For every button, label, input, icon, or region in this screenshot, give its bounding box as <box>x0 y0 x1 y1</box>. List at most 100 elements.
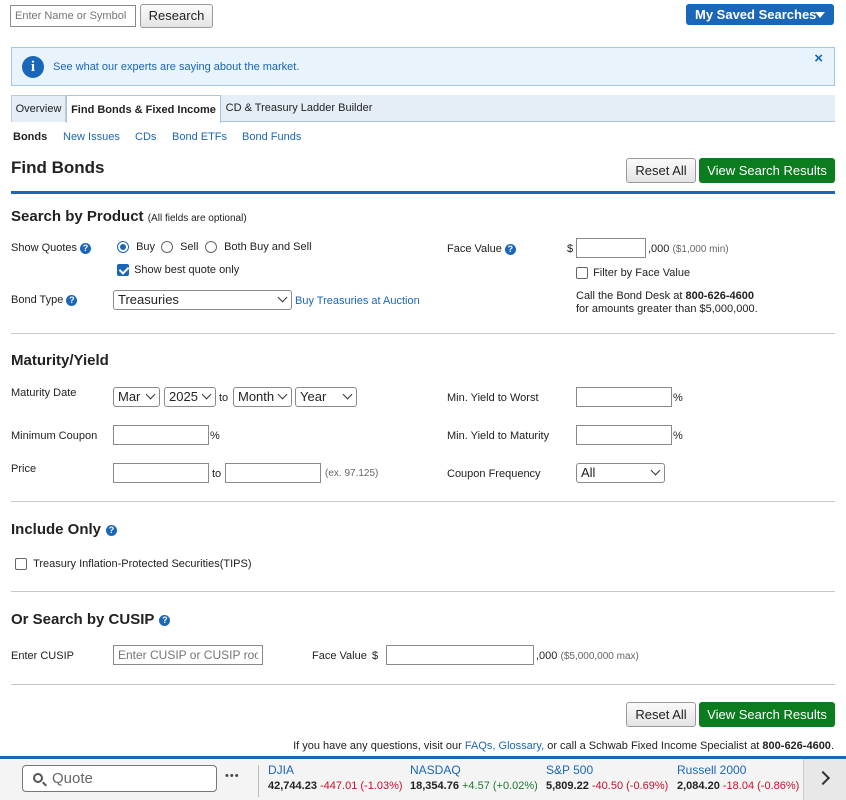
min-yield-worst-label: Min. Yield to Worst <box>447 392 539 404</box>
price-to-input[interactable] <box>225 463 321 483</box>
face-value-input[interactable] <box>576 238 646 258</box>
help-icon[interactable]: ? <box>66 294 78 306</box>
price-from-input[interactable] <box>113 463 209 483</box>
note-phone: 800-626-4600 <box>762 740 831 752</box>
ticker-next-button[interactable] <box>803 759 846 800</box>
show-quotes-text: Show Quotes <box>11 242 78 254</box>
help-icon[interactable]: ? <box>159 614 171 626</box>
my-saved-searches-button[interactable]: My Saved Searches <box>686 4 834 25</box>
view-search-results-button-bottom[interactable]: View Search Results <box>699 702 835 727</box>
best-quote-checkbox[interactable]: Show best quote only <box>117 264 239 277</box>
maturity-to: to <box>219 392 229 404</box>
best-quote-check[interactable] <box>117 264 129 277</box>
divider <box>11 333 835 334</box>
show-quotes-label: Show Quotes? <box>11 242 92 254</box>
maturity-month-to-select[interactable]: Month <box>233 387 292 407</box>
filter-face-label: Filter by Face Value <box>593 267 691 279</box>
quote-search-box[interactable]: Quote <box>22 765 217 792</box>
tab-find-bonds[interactable]: Find Bonds & Fixed Income <box>66 95 221 123</box>
tab-overview-label: Overview <box>15 103 62 115</box>
bond-type-select[interactable]: Treasuries <box>113 290 292 310</box>
tips-checkbox[interactable]: Treasury Inflation-Protected Securities(… <box>15 558 252 571</box>
radio-both-circle[interactable] <box>205 241 217 254</box>
cusip-face-value-input[interactable] <box>386 645 534 665</box>
ticker-value: 18,354.76 <box>410 780 459 792</box>
chevron-down-icon <box>277 389 288 400</box>
min-yield-maturity-input[interactable] <box>576 425 672 445</box>
subnav-new-issues[interactable]: New Issues <box>63 131 120 143</box>
subnav-bonds[interactable]: Bonds <box>13 131 47 143</box>
tab-ladder-builder[interactable]: CD & Treasury Ladder Builder <box>222 95 376 122</box>
close-icon[interactable]: × <box>814 50 823 67</box>
face-dollar: $ <box>567 243 574 255</box>
subnav-bond-etfs[interactable]: Bond ETFs <box>172 131 227 143</box>
buy-treasuries-auction-link[interactable]: Buy Treasuries at Auction <box>295 295 420 307</box>
help-icon[interactable]: ? <box>504 243 516 255</box>
cusip-title: Or Search by CUSIP? <box>11 611 171 628</box>
face-hint: ($1,000 min) <box>672 244 729 255</box>
min-coupon-percent: % <box>210 430 220 442</box>
ytw-percent: % <box>673 392 683 404</box>
subnav-bond-funds[interactable]: Bond Funds <box>242 131 301 143</box>
help-icon[interactable]: ? <box>80 242 92 254</box>
title-divider <box>11 191 835 194</box>
include-only-text: Include Only <box>11 521 102 538</box>
glossary-link[interactable]: Glossary, <box>499 740 545 752</box>
ticker-name: Russell 2000 <box>677 763 747 777</box>
note-suffix: . <box>830 740 834 752</box>
ytm-percent: % <box>673 430 683 442</box>
saved-searches-label: My Saved Searches <box>695 7 817 22</box>
maturity-yield-title: Maturity/Yield <box>11 352 109 369</box>
banner-link[interactable]: See what our experts are saying about th… <box>53 61 299 73</box>
face-suffix-text: ,000 <box>648 243 670 255</box>
view-results-label: View Search Results <box>707 163 827 178</box>
chevron-down-icon <box>145 389 156 400</box>
min-yield-worst-input[interactable] <box>576 387 672 407</box>
reset-all-button-bottom[interactable]: Reset All <box>626 702 696 727</box>
radio-buy-circle[interactable] <box>117 241 129 254</box>
chevron-down-icon <box>201 389 212 400</box>
radio-sell-circle[interactable] <box>161 241 173 254</box>
note-prefix: If you have any questions, visit our <box>293 740 465 752</box>
view-search-results-button-top[interactable]: View Search Results <box>699 158 835 183</box>
symbol-search-input[interactable] <box>10 5 136 27</box>
ticker-change: -447.01 (-1.03%) <box>320 780 403 792</box>
cusip-title-text: Or Search by CUSIP <box>11 611 155 628</box>
note-middle: or call a Schwab Fixed Income Specialist… <box>544 740 763 752</box>
caret-down-icon <box>815 12 825 18</box>
cusip-input[interactable] <box>113 645 263 665</box>
more-options-icon[interactable]: ••• <box>225 770 240 782</box>
help-contact-note: If you have any questions, visit our FAQ… <box>293 740 834 752</box>
cusip-suffix: ,000 ($5,000,000 max) <box>536 650 639 662</box>
filter-face-check[interactable] <box>576 267 588 280</box>
reset-all-button-top[interactable]: Reset All <box>626 158 696 183</box>
market-ticker-bar: Quote ••• DJIA 42,744.23 -447.01 (-1.03%… <box>0 756 846 800</box>
faqs-link[interactable]: FAQs, <box>465 740 496 752</box>
help-icon[interactable]: ? <box>106 524 118 536</box>
call-text-2: for amounts greater than $5,000,000. <box>576 303 758 315</box>
ticker-value: 42,744.23 <box>268 780 317 792</box>
tab-find-bonds-label: Find Bonds & Fixed Income <box>71 104 216 116</box>
maturity-year-to-select[interactable]: Year <box>295 387 357 407</box>
ticker-item-nasdaq[interactable]: NASDAQ 18,354.76 +4.57 (+0.02%) <box>410 763 538 792</box>
tab-overview[interactable]: Overview <box>11 95 66 122</box>
maturity-year-from-select[interactable]: 2025 <box>164 387 216 407</box>
research-button[interactable]: Research <box>140 4 213 28</box>
ticker-item-sp500[interactable]: S&P 500 5,809.22 -40.50 (-0.69%) <box>546 763 668 792</box>
radio-buy[interactable]: Buy <box>117 241 155 254</box>
price-label: Price <box>11 463 37 475</box>
reset-all-label: Reset All <box>635 707 687 722</box>
quote-placeholder: Quote <box>52 770 93 787</box>
radio-sell[interactable]: Sell <box>161 241 198 254</box>
min-yield-maturity-label: Min. Yield to Maturity <box>447 430 550 442</box>
radio-both[interactable]: Both Buy and Sell <box>205 241 312 254</box>
ticker-item-russell[interactable]: Russell 2000 2,084.20 -18.04 (-0.86%) <box>677 763 799 792</box>
subnav-cds[interactable]: CDs <box>135 131 156 143</box>
ticker-item-djia[interactable]: DJIA 42,744.23 -447.01 (-1.03%) <box>268 763 403 792</box>
filter-face-checkbox[interactable]: Filter by Face Value <box>576 267 691 280</box>
divider <box>11 501 835 502</box>
tips-check[interactable] <box>15 558 27 571</box>
maturity-month-from-select[interactable]: Mar <box>113 387 160 407</box>
coupon-frequency-select[interactable]: All <box>576 463 665 483</box>
min-coupon-input[interactable] <box>113 425 209 445</box>
